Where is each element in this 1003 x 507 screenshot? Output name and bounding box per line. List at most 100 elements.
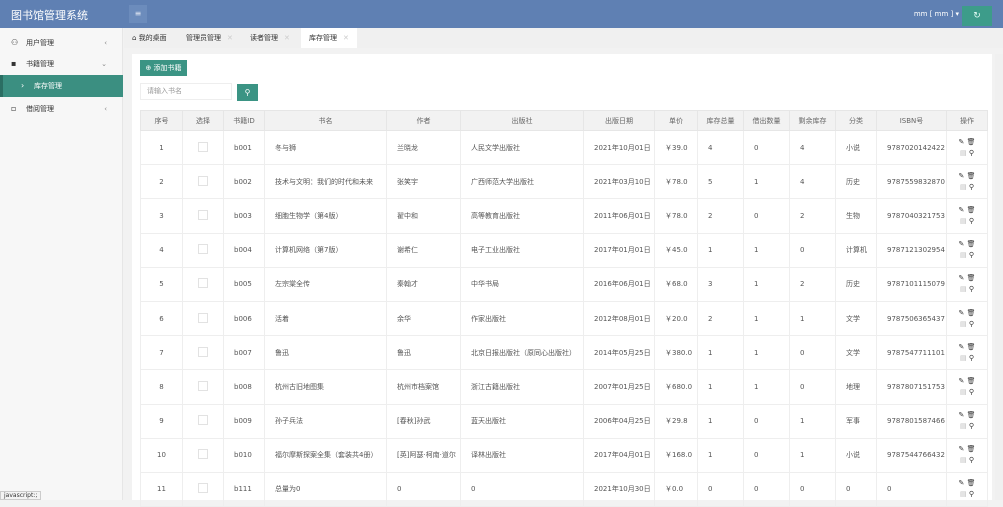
row-checkbox[interactable] bbox=[198, 175, 208, 186]
row-checkbox[interactable] bbox=[198, 312, 208, 323]
table-cell: 0 bbox=[697, 471, 744, 507]
document-icon[interactable]: ▤ bbox=[960, 217, 967, 225]
row-checkbox[interactable] bbox=[198, 209, 208, 220]
close-icon[interactable]: ✕ bbox=[343, 34, 349, 42]
delete-icon[interactable]: 🗑 bbox=[967, 309, 976, 317]
delete-icon[interactable]: 🗑 bbox=[967, 240, 976, 248]
row-checkbox[interactable] bbox=[198, 141, 208, 152]
sidebar-item-users[interactable]: ⚇ 用户管理 ‹ bbox=[0, 32, 123, 54]
edit-icon[interactable]: ✎ bbox=[959, 479, 965, 487]
search-icon[interactable]: ⚲ bbox=[969, 354, 974, 362]
table-cell: 译林出版社 bbox=[460, 437, 584, 473]
delete-icon[interactable]: 🗑 bbox=[967, 138, 976, 146]
table-cell: 2 bbox=[697, 198, 744, 234]
edit-icon[interactable]: ✎ bbox=[959, 206, 965, 214]
edit-icon[interactable]: ✎ bbox=[959, 274, 965, 282]
table-cell: 9787506365437 bbox=[876, 300, 947, 337]
edit-icon[interactable]: ✎ bbox=[959, 377, 965, 385]
tab-admin[interactable]: 管理员管理 ✕ bbox=[178, 28, 241, 48]
select-cell bbox=[182, 129, 224, 166]
user-icon: ⚇ bbox=[11, 38, 19, 47]
table-cell: 0 bbox=[743, 129, 790, 166]
column-header: 借出数量 bbox=[743, 110, 790, 131]
row-checkbox[interactable] bbox=[198, 244, 208, 255]
user-menu[interactable]: mm [ mm ] ▾ bbox=[914, 10, 959, 18]
row-checkbox[interactable] bbox=[198, 278, 208, 289]
table-cell: ￥680.0 bbox=[654, 369, 698, 405]
document-icon[interactable]: ▤ bbox=[960, 490, 967, 498]
table-row: 11 b111 总量为0 0 0 2021年10月30日 ￥0.0 0 0 0 0 0 ✎ 🗑 ▤ ⚲ bbox=[140, 471, 988, 507]
table-cell: 1 bbox=[743, 232, 790, 268]
table-cell: b004 bbox=[223, 232, 265, 268]
search-icon[interactable]: ⚲ bbox=[969, 456, 974, 464]
edit-icon[interactable]: ✎ bbox=[959, 240, 965, 248]
row-checkbox[interactable] bbox=[198, 449, 208, 460]
edit-icon[interactable]: ✎ bbox=[959, 309, 965, 317]
search-icon[interactable]: ⚲ bbox=[969, 320, 974, 328]
add-book-label: 添加书籍 bbox=[153, 64, 182, 72]
close-icon[interactable]: ✕ bbox=[284, 34, 290, 42]
edit-icon[interactable]: ✎ bbox=[959, 172, 965, 180]
search-icon[interactable]: ⚲ bbox=[969, 149, 974, 157]
inventory-table: 序号 选择 书籍ID 书名 作者 出版社 出版日期 单价 库存总量 借出数量 剩余库存 分类 ISBN号… bbox=[140, 110, 988, 507]
edit-icon[interactable]: ✎ bbox=[959, 138, 965, 146]
search-icon[interactable]: ⚲ bbox=[969, 183, 974, 191]
table-cell: 8 bbox=[140, 369, 183, 405]
document-icon[interactable]: ▤ bbox=[960, 251, 967, 259]
document-icon[interactable]: ▤ bbox=[960, 149, 967, 157]
document-icon[interactable]: ▤ bbox=[960, 354, 967, 362]
scrollbar[interactable] bbox=[995, 54, 1003, 500]
delete-icon[interactable]: 🗑 bbox=[967, 172, 976, 180]
delete-icon[interactable]: 🗑 bbox=[967, 206, 976, 214]
table-row: 7 b007 鲁迅 鲁迅 北京日报出版社（原同心出版社） 2014年05月25日 ￥380.… bbox=[140, 335, 988, 371]
table-cell: 9 bbox=[140, 403, 183, 439]
search-icon[interactable]: ⚲ bbox=[969, 422, 974, 430]
table-cell: 北京日报出版社（原同心出版社） bbox=[460, 335, 584, 371]
document-icon[interactable]: ▤ bbox=[960, 320, 967, 328]
document-icon[interactable]: ▤ bbox=[960, 285, 967, 293]
delete-icon[interactable]: 🗑 bbox=[967, 445, 976, 453]
delete-icon[interactable]: 🗑 bbox=[967, 343, 976, 351]
table-cell: 9787121302954 bbox=[876, 232, 947, 268]
table-cell: ￥0.0 bbox=[654, 471, 698, 507]
row-checkbox[interactable] bbox=[198, 483, 208, 494]
document-icon[interactable]: ▤ bbox=[960, 183, 967, 191]
sidebar-item-borrow[interactable]: ▫ 借阅管理 ‹ bbox=[0, 98, 123, 120]
table-cell: b111 bbox=[223, 471, 265, 507]
tab-inventory[interactable]: 库存管理 ✕ bbox=[301, 28, 357, 48]
tab-bar: ⌂ 我的桌面 管理员管理 ✕ 读者管理 ✕ 库存管理 ✕ bbox=[124, 28, 1003, 48]
edit-icon[interactable]: ✎ bbox=[959, 343, 965, 351]
search-button[interactable]: ⚲ bbox=[237, 84, 258, 101]
edit-icon[interactable]: ✎ bbox=[959, 445, 965, 453]
delete-icon[interactable]: 🗑 bbox=[967, 479, 976, 487]
document-icon[interactable]: ▤ bbox=[960, 388, 967, 396]
menu-toggle-icon[interactable]: ≡ bbox=[129, 5, 147, 23]
tab-desktop[interactable]: ⌂ 我的桌面 bbox=[124, 28, 175, 48]
row-checkbox[interactable] bbox=[198, 415, 208, 426]
search-icon[interactable]: ⚲ bbox=[969, 388, 974, 396]
table-cell: 2021年10月30日 bbox=[583, 471, 655, 507]
edit-icon[interactable]: ✎ bbox=[959, 411, 965, 419]
table-cell: 2021年03月10日 bbox=[583, 164, 655, 200]
table-cell: 5 bbox=[697, 164, 744, 200]
document-icon[interactable]: ▤ bbox=[960, 456, 967, 464]
close-icon[interactable]: ✕ bbox=[227, 34, 233, 42]
search-icon[interactable]: ⚲ bbox=[969, 251, 974, 259]
sidebar-item-inventory[interactable]: › 库存管理 bbox=[0, 75, 123, 97]
delete-icon[interactable]: 🗑 bbox=[967, 411, 976, 419]
tab-readers[interactable]: 读者管理 ✕ bbox=[242, 28, 298, 48]
add-book-button[interactable]: ⊕ 添加书籍 bbox=[140, 60, 187, 76]
row-checkbox[interactable] bbox=[198, 346, 208, 357]
delete-icon[interactable]: 🗑 bbox=[967, 377, 976, 385]
document-icon[interactable]: ▤ bbox=[960, 422, 967, 430]
sidebar-item-books[interactable]: ▪ 书籍管理 ⌄ bbox=[0, 53, 123, 75]
refresh-button[interactable]: ↻ bbox=[962, 6, 992, 26]
search-input[interactable]: 请输入书名 bbox=[140, 83, 232, 100]
table-row: 1 b001 冬与狮 兰晓龙 人民文学出版社 2021年10月01日 ￥39.0 4 0 4 小说 9… bbox=[140, 129, 988, 166]
search-icon[interactable]: ⚲ bbox=[969, 490, 974, 498]
delete-icon[interactable]: 🗑 bbox=[967, 274, 976, 282]
row-checkbox[interactable] bbox=[198, 380, 208, 391]
search-icon[interactable]: ⚲ bbox=[969, 285, 974, 293]
search-icon[interactable]: ⚲ bbox=[969, 217, 974, 225]
table-cell: b009 bbox=[223, 403, 265, 439]
